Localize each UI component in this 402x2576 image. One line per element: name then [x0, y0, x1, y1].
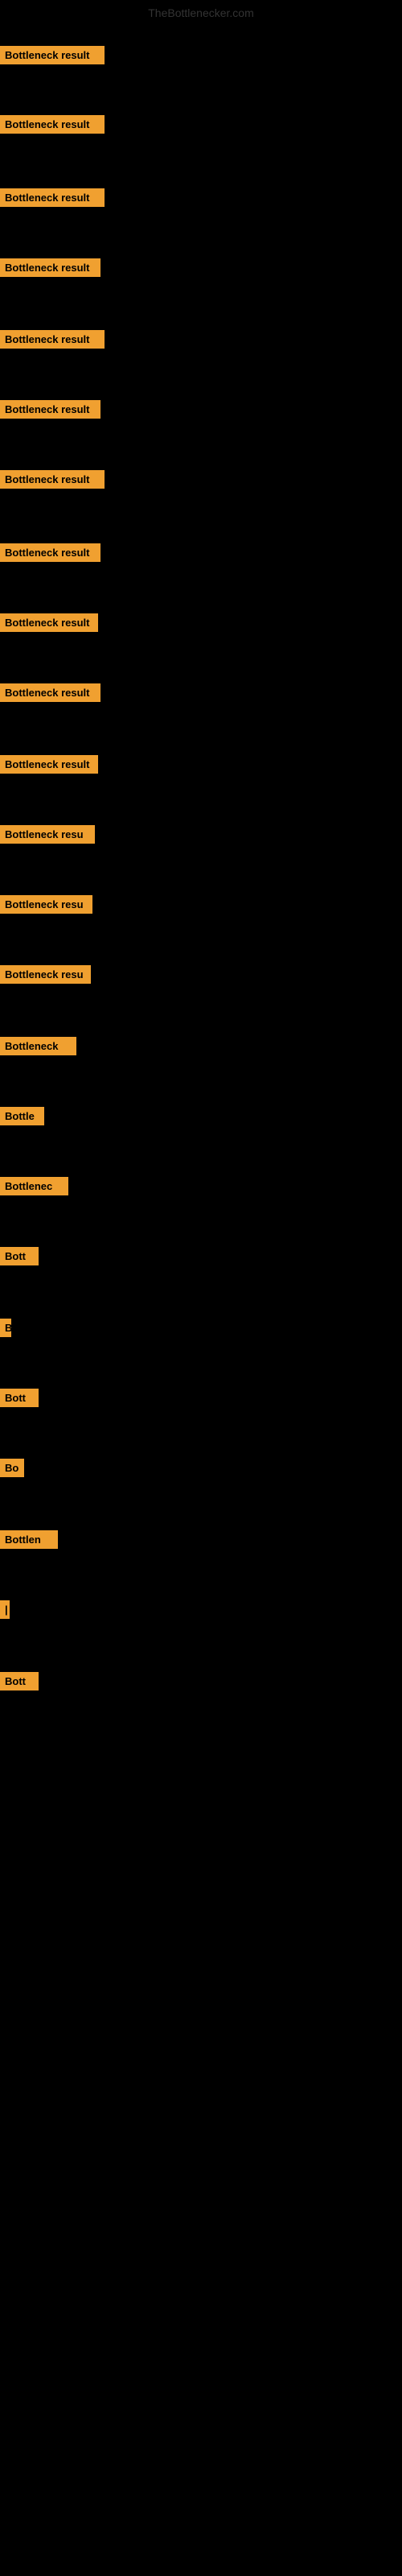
bottleneck-badge[interactable]: Bottleneck resu: [0, 825, 95, 844]
bottleneck-badge[interactable]: Bottleneck resu: [0, 895, 92, 914]
bottleneck-badge[interactable]: Bottleneck result: [0, 683, 100, 702]
bottleneck-badge[interactable]: B: [0, 1319, 11, 1337]
bottleneck-badge[interactable]: Bottleneck result: [0, 115, 105, 134]
bottleneck-badge[interactable]: Bottleneck result: [0, 46, 105, 64]
bottleneck-badge[interactable]: |: [0, 1600, 10, 1619]
bottleneck-badge[interactable]: Bottleneck result: [0, 470, 105, 489]
bottleneck-badge[interactable]: Bottleneck result: [0, 400, 100, 419]
bottleneck-badge[interactable]: Bottleneck result: [0, 613, 98, 632]
site-title: TheBottlenecker.com: [148, 6, 254, 19]
bottleneck-badge[interactable]: Bottlenec: [0, 1177, 68, 1195]
bottleneck-badge[interactable]: Bottle: [0, 1107, 44, 1125]
bottleneck-badge[interactable]: Bottleneck result: [0, 258, 100, 277]
bottleneck-badge[interactable]: Bottleneck result: [0, 188, 105, 207]
bottleneck-badge[interactable]: Bottleneck resu: [0, 965, 91, 984]
bottleneck-badge[interactable]: Bottleneck: [0, 1037, 76, 1055]
bottleneck-badge[interactable]: Bott: [0, 1672, 39, 1690]
bottleneck-badge[interactable]: Bo: [0, 1459, 24, 1477]
bottleneck-badge[interactable]: Bott: [0, 1389, 39, 1407]
bottleneck-badge[interactable]: Bott: [0, 1247, 39, 1265]
bottleneck-badge[interactable]: Bottleneck result: [0, 755, 98, 774]
bottleneck-badge[interactable]: Bottleneck result: [0, 330, 105, 349]
bottleneck-badge[interactable]: Bottleneck result: [0, 543, 100, 562]
bottleneck-badge[interactable]: Bottlen: [0, 1530, 58, 1549]
